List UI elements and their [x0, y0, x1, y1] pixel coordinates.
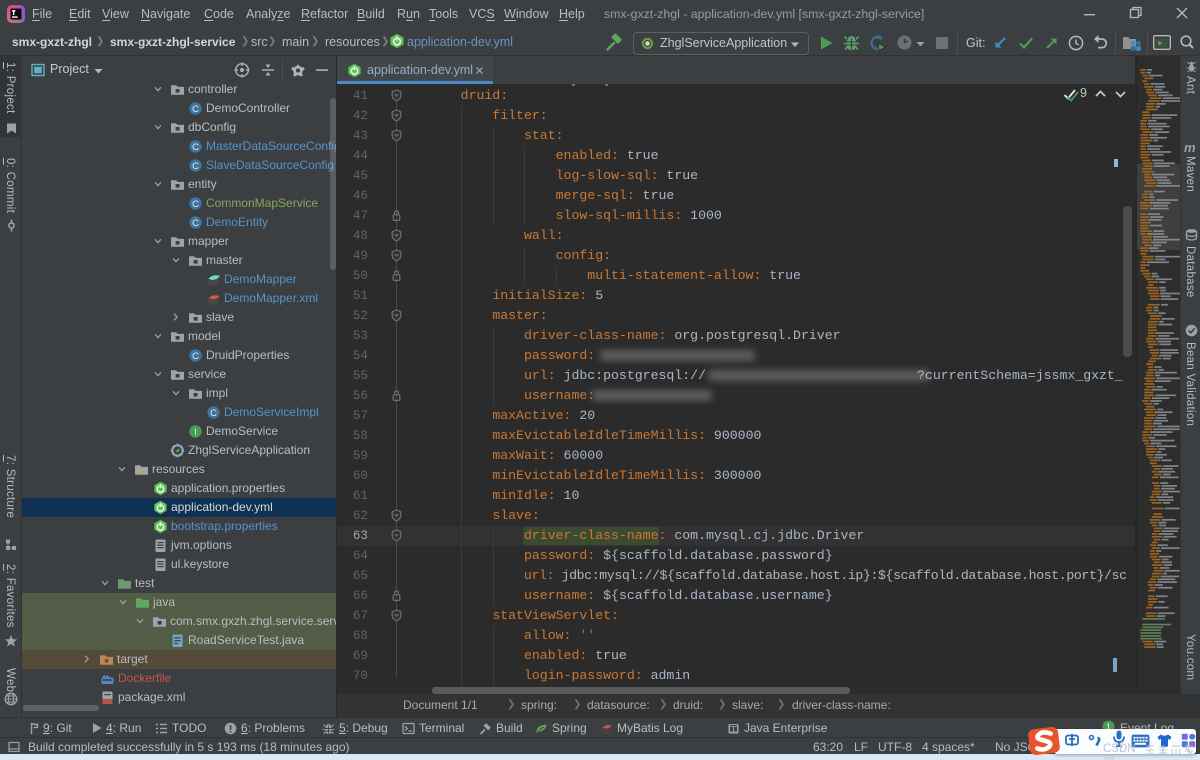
svg-text:C: C	[192, 199, 199, 210]
svg-text:C: C	[210, 408, 217, 419]
svg-text:I: I	[194, 427, 197, 438]
svg-text:C: C	[192, 351, 199, 362]
svg-text:C: C	[192, 104, 199, 115]
svg-text:C: C	[192, 142, 199, 153]
svg-text:C: C	[192, 161, 199, 172]
svg-text:C: C	[192, 218, 199, 229]
